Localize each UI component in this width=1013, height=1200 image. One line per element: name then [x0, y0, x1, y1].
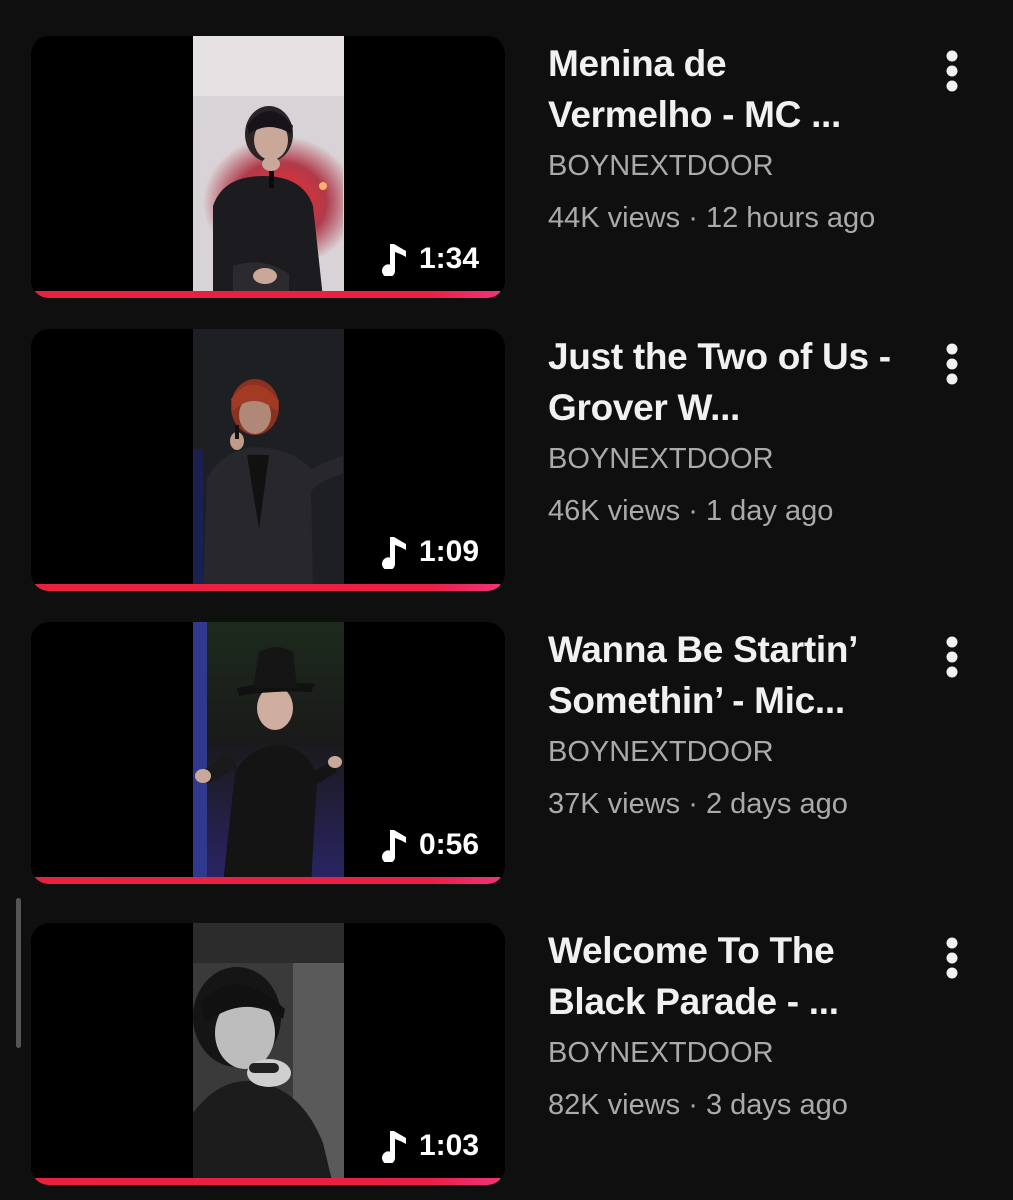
music-note-icon	[381, 1131, 406, 1163]
more-vert-icon	[946, 636, 958, 678]
video-stats: 44K views · 12 hours ago	[548, 200, 898, 236]
view-count: 44K views	[548, 202, 681, 234]
video-title[interactable]: Wanna Be Startin’ Somethin’ - Mic...	[548, 624, 898, 726]
video-feed: 1:34 Menina de Vermelho - MC ... BOYNEXT…	[0, 0, 1013, 1200]
watch-progress-bar	[31, 1178, 505, 1185]
thumbnail-image	[193, 36, 344, 298]
video-thumbnail[interactable]: 1:03	[31, 923, 505, 1185]
channel-name[interactable]: BOYNEXTDOOR	[548, 148, 898, 184]
channel-name[interactable]: BOYNEXTDOOR	[548, 441, 898, 477]
channel-name[interactable]: BOYNEXTDOOR	[548, 734, 898, 770]
video-item[interactable]: 1:03 Welcome To The Black Parade - ... B…	[0, 923, 1013, 1185]
stats-separator: ·	[688, 495, 698, 527]
stats-separator: ·	[688, 1089, 698, 1121]
view-count: 37K views	[548, 788, 681, 820]
video-item[interactable]: 1:34 Menina de Vermelho - MC ... BOYNEXT…	[0, 36, 1013, 298]
duration-badge: 0:56	[381, 828, 479, 862]
video-title[interactable]: Just the Two of Us - Grover W...	[548, 331, 898, 433]
thumbnail-image	[193, 923, 344, 1185]
video-item[interactable]: 0:56 Wanna Be Startin’ Somethin’ - Mic..…	[0, 622, 1013, 884]
video-title[interactable]: Welcome To The Black Parade - ...	[548, 925, 898, 1027]
upload-age: 2 days ago	[705, 788, 848, 820]
video-meta: Just the Two of Us - Grover W... BOYNEXT…	[548, 329, 898, 529]
upload-age: 12 hours ago	[705, 202, 876, 234]
video-menu-button[interactable]	[930, 44, 974, 98]
video-item[interactable]: 1:09 Just the Two of Us - Grover W... BO…	[0, 329, 1013, 591]
view-count: 82K views	[548, 1089, 681, 1121]
video-stats: 37K views · 2 days ago	[548, 786, 898, 822]
duration-badge: 1:09	[381, 535, 479, 569]
scrollbar-thumb[interactable]	[16, 898, 21, 1048]
duration-badge: 1:03	[381, 1129, 479, 1163]
video-thumbnail[interactable]: 1:09	[31, 329, 505, 591]
thumbnail-image	[193, 622, 344, 884]
video-menu-button[interactable]	[930, 931, 974, 985]
video-stats: 82K views · 3 days ago	[548, 1087, 898, 1123]
video-meta: Menina de Vermelho - MC ... BOYNEXTDOOR …	[548, 36, 898, 236]
duration-text: 1:03	[418, 1129, 479, 1162]
stats-separator: ·	[688, 788, 698, 820]
video-thumbnail[interactable]: 0:56	[31, 622, 505, 884]
video-title[interactable]: Menina de Vermelho - MC ...	[548, 38, 898, 140]
duration-text: 0:56	[418, 828, 479, 861]
stats-separator: ·	[688, 202, 698, 234]
duration-text: 1:34	[418, 242, 479, 275]
video-meta: Welcome To The Black Parade - ... BOYNEX…	[548, 923, 898, 1123]
duration-text: 1:09	[418, 535, 479, 568]
music-note-icon	[381, 244, 406, 276]
watch-progress-bar	[31, 877, 505, 884]
more-vert-icon	[946, 50, 958, 92]
video-menu-button[interactable]	[930, 337, 974, 391]
upload-age: 1 day ago	[705, 495, 834, 527]
duration-badge: 1:34	[381, 242, 479, 276]
video-stats: 46K views · 1 day ago	[548, 493, 898, 529]
video-thumbnail[interactable]: 1:34	[31, 36, 505, 298]
watch-progress-fill	[31, 877, 501, 884]
channel-name[interactable]: BOYNEXTDOOR	[548, 1035, 898, 1071]
more-vert-icon	[946, 937, 958, 979]
watch-progress-fill	[31, 291, 501, 298]
watch-progress-bar	[31, 584, 505, 591]
video-menu-button[interactable]	[930, 630, 974, 684]
music-note-icon	[381, 830, 406, 862]
upload-age: 3 days ago	[705, 1089, 848, 1121]
watch-progress-fill	[31, 1178, 501, 1185]
thumbnail-image	[193, 329, 344, 591]
video-meta: Wanna Be Startin’ Somethin’ - Mic... BOY…	[548, 622, 898, 822]
watch-progress-fill	[31, 584, 501, 591]
music-note-icon	[381, 537, 406, 569]
more-vert-icon	[946, 343, 958, 385]
watch-progress-bar	[31, 291, 505, 298]
view-count: 46K views	[548, 495, 681, 527]
